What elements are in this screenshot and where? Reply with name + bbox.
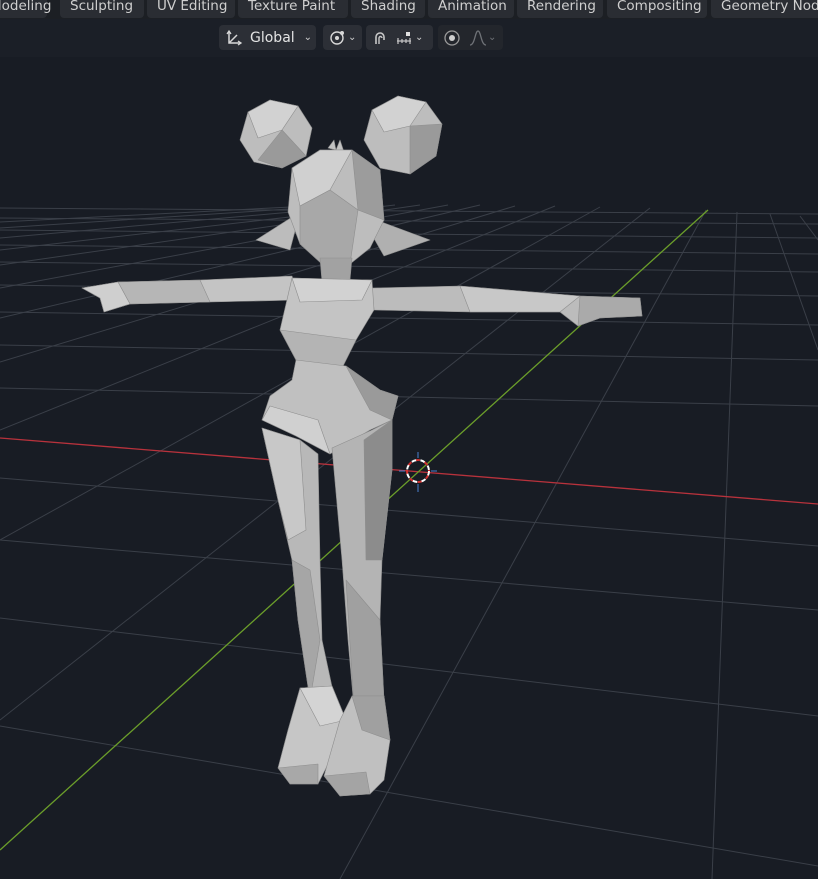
character-mesh[interactable] xyxy=(81,95,643,797)
chevron-down-icon: ⌄ xyxy=(303,32,313,43)
viewport-header: Global ⌄ ⌄ ⌄ ⌄ xyxy=(0,19,818,57)
tab-label: Shading xyxy=(361,0,416,14)
tab-label: Compositing xyxy=(617,0,702,14)
workspace-tab-bar: Modeling Sculpting UV Editing Texture Pa… xyxy=(0,0,818,19)
tab-label: UV Editing xyxy=(157,0,228,14)
tab-label: Rendering xyxy=(527,0,596,14)
tab-label: Sculpting xyxy=(70,0,134,14)
tab-compositing[interactable]: Compositing xyxy=(607,0,707,18)
tab-label: Texture Paint xyxy=(248,0,336,14)
x-axis-line xyxy=(0,437,818,505)
tab-label: Modeling xyxy=(0,0,52,14)
tab-uv-editing[interactable]: UV Editing xyxy=(147,0,235,18)
transform-orientation-label: Global xyxy=(250,29,295,46)
snapping-group[interactable]: ⌄ xyxy=(366,25,433,50)
tab-geometry-nodes[interactable]: Geometry Nodes xyxy=(711,0,818,18)
falloff-curve-icon[interactable] xyxy=(469,29,487,47)
chevron-down-icon: ⌄ xyxy=(348,32,357,43)
transform-orientation-icon xyxy=(225,29,243,47)
tab-texture-paint[interactable]: Texture Paint xyxy=(238,0,348,18)
tab-sculpting[interactable]: Sculpting xyxy=(60,0,144,18)
snap-increment-icon[interactable] xyxy=(395,29,413,47)
tab-label: Geometry Nodes xyxy=(721,0,818,14)
pivot-point-dropdown[interactable]: ⌄ xyxy=(323,25,362,50)
tab-label: Animation xyxy=(438,0,507,14)
pivot-point-icon xyxy=(328,29,346,47)
tab-modeling[interactable]: Modeling xyxy=(0,0,51,18)
magnet-snap-icon[interactable] xyxy=(371,29,389,47)
tab-rendering[interactable]: Rendering xyxy=(517,0,603,18)
tab-animation[interactable]: Animation xyxy=(428,0,514,18)
chevron-down-icon: ⌄ xyxy=(415,32,424,43)
tab-shading[interactable]: Shading xyxy=(351,0,425,18)
proportional-editing-group[interactable]: ⌄ xyxy=(438,25,503,50)
3d-viewport[interactable] xyxy=(0,57,818,879)
transform-orientation-dropdown[interactable]: Global ⌄ xyxy=(219,25,316,50)
proportional-editing-icon[interactable] xyxy=(443,29,461,47)
chevron-down-icon: ⌄ xyxy=(488,32,497,43)
